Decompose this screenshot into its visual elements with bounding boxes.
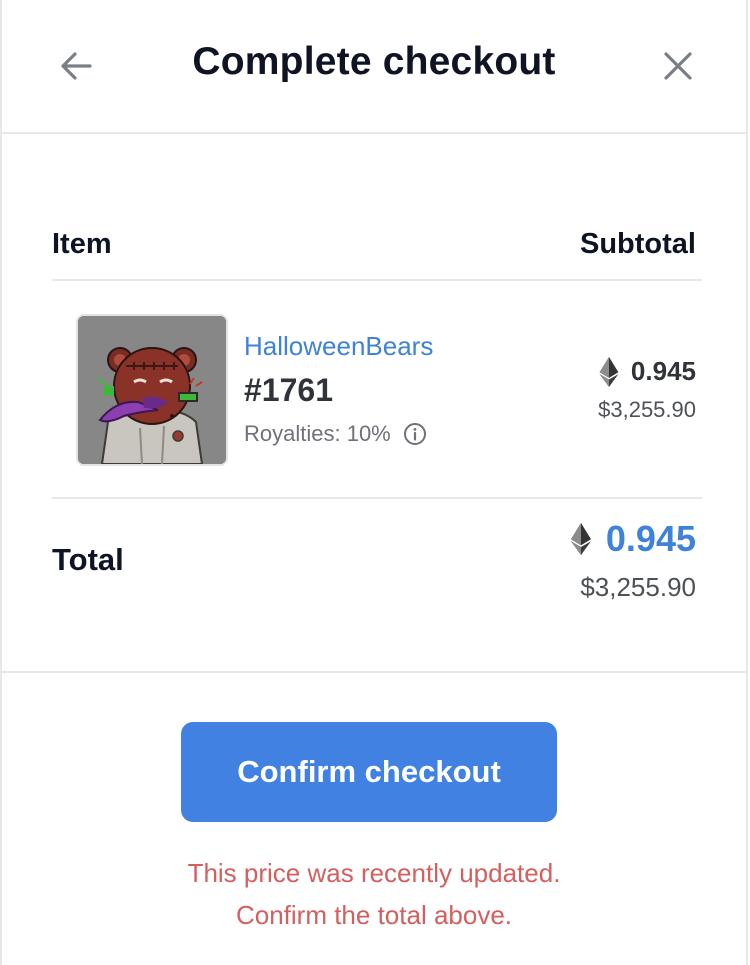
nft-image [78,316,226,464]
total-price: 0.945 [570,518,696,560]
ethereum-icon [570,523,591,555]
collection-link[interactable]: HalloweenBears [244,331,433,362]
close-icon [664,52,692,80]
warning-line-1: This price was recently updated. [187,858,561,888]
item-price: 0.945 [599,356,696,387]
price-update-warning: This price was recently updated. Confirm… [2,852,746,936]
royalties-label: Royalties: 10% [244,421,391,446]
nft-thumbnail[interactable] [76,314,228,466]
item-row-divider [52,497,702,499]
confirm-checkout-button[interactable]: Confirm checkout [181,722,557,822]
page-title: Complete checkout [192,40,556,83]
close-button[interactable] [656,44,700,88]
total-label: Total [52,542,124,577]
item-price-eth: 0.945 [630,356,696,386]
checkout-modal: Complete checkout Item Subtotal Hallowee… [0,0,748,965]
footer-divider [2,671,746,673]
token-id: #1761 [244,372,333,408]
info-icon[interactable] [403,422,427,446]
ethereum-icon [599,356,619,387]
subtotal-column-header: Subtotal [580,228,696,260]
total-price-eth: 0.945 [605,518,696,559]
warning-line-2: Confirm the total above. [235,900,513,930]
royalties-row: Royalties: 10% [244,421,427,447]
table-header-divider [52,279,702,281]
total-price-usd: $3,255.90 [580,572,696,602]
item-column-header: Item [52,228,112,260]
item-price-usd: $3,255.90 [598,397,696,422]
modal-header: Complete checkout [2,0,746,134]
